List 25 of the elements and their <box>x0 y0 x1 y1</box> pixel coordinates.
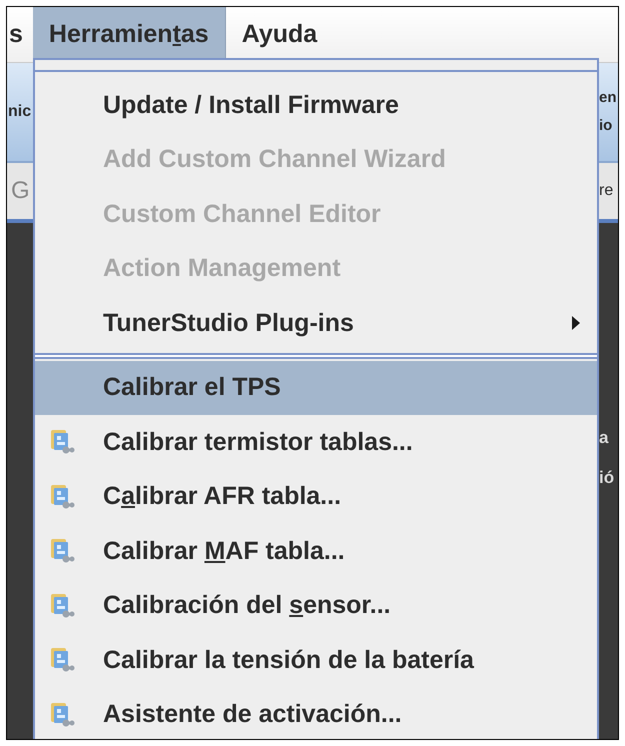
menu-item[interactable]: Calibrar el TPS <box>35 360 597 415</box>
table-wrench-icon <box>49 702 75 728</box>
submenu-arrow-icon <box>571 315 581 332</box>
menu-bar-item[interactable]: s <box>7 7 33 62</box>
table-wrench-icon <box>49 592 75 619</box>
table-wrench-icon <box>49 484 75 510</box>
menu-item[interactable]: Calibrar termistor tablas... <box>35 415 597 470</box>
menu-item[interactable]: Calibrar MAF tabla... <box>35 524 597 578</box>
menu-item[interactable]: Update / Install Firmware <box>35 78 597 132</box>
menu-item[interactable]: Calibración del sensor... <box>35 578 597 633</box>
table-wrench-icon <box>49 429 75 456</box>
table-wrench-icon <box>49 538 75 564</box>
menu-bar-item[interactable]: Ayuda <box>226 7 334 62</box>
tab-label: G <box>10 176 30 206</box>
gauge-label: ió <box>599 467 616 489</box>
menu-item[interactable]: Calibrar AFR tabla... <box>35 470 597 524</box>
gauge-label: a <box>599 427 610 449</box>
toolbar-label: nic <box>7 102 32 122</box>
menu-item[interactable]: Calibrar la tensión de la batería <box>35 633 597 688</box>
tab-label: re <box>599 181 614 201</box>
toolbar-label: io <box>599 116 614 136</box>
menu-item[interactable]: TunerStudio Plug-ins <box>35 296 597 350</box>
toolbar-label: en <box>599 88 618 108</box>
menu-item[interactable]: Asistente de activación... <box>35 688 597 739</box>
table-wrench-icon <box>49 647 75 674</box>
